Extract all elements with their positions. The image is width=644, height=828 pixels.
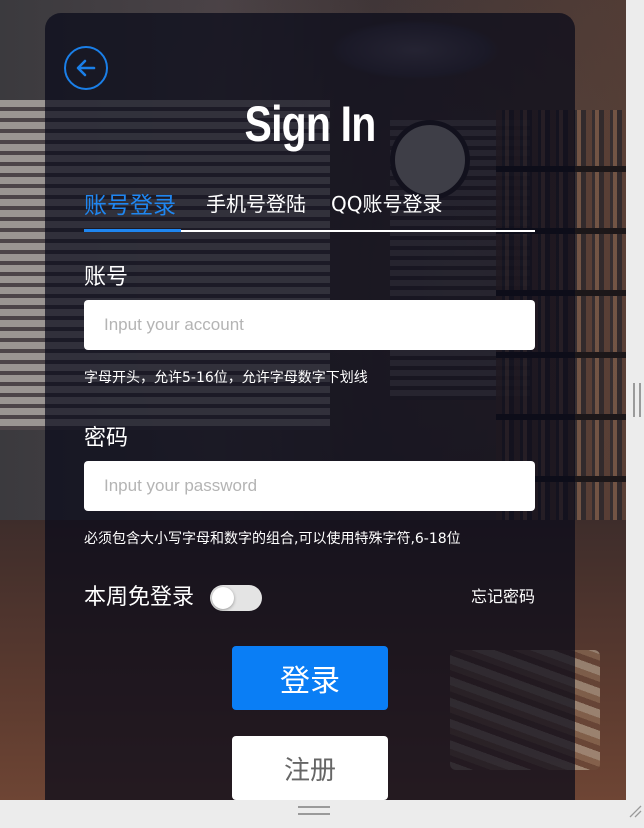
register-button[interactable]: 注册 [232,736,388,800]
tab-account-login[interactable]: 账号登录 [84,186,176,220]
back-button[interactable] [64,46,108,90]
tab-qq-login[interactable]: QQ账号登录 [331,188,442,217]
arrow-left-circle-icon [76,59,96,77]
remember-label: 本周免登录 [84,585,195,610]
password-input[interactable] [84,461,535,511]
forgot-password-link[interactable]: 忘记密码 [471,583,535,607]
vertical-resize-handle[interactable] [633,383,641,417]
account-hint: 字母开头，允许5-16位，允许字母数字下划线 [84,370,368,386]
resize-grip-icon[interactable] [628,804,642,818]
account-input[interactable] [84,300,535,350]
active-tab-indicator [84,229,181,232]
password-label: 密码 [84,426,129,451]
account-label: 账号 [84,265,129,290]
password-hint: 必须包含大小写字母和数字的组合,可以使用特殊字符,6-18位 [84,531,461,547]
page-viewport: Sign In 账号登录 手机号登陆 QQ账号登录 账号 字母开头，允许5-16… [0,0,626,800]
login-button[interactable]: 登录 [232,646,388,710]
page-title: Sign In [244,96,377,152]
toggle-knob [212,587,234,609]
login-tabs: 账号登录 手机号登陆 QQ账号登录 [84,188,535,232]
login-panel: Sign In 账号登录 手机号登陆 QQ账号登录 账号 字母开头，允许5-16… [45,13,575,800]
tab-phone-login[interactable]: 手机号登陆 [206,188,306,217]
horizontal-resize-handle[interactable] [298,806,330,815]
remember-toggle[interactable] [210,585,262,611]
